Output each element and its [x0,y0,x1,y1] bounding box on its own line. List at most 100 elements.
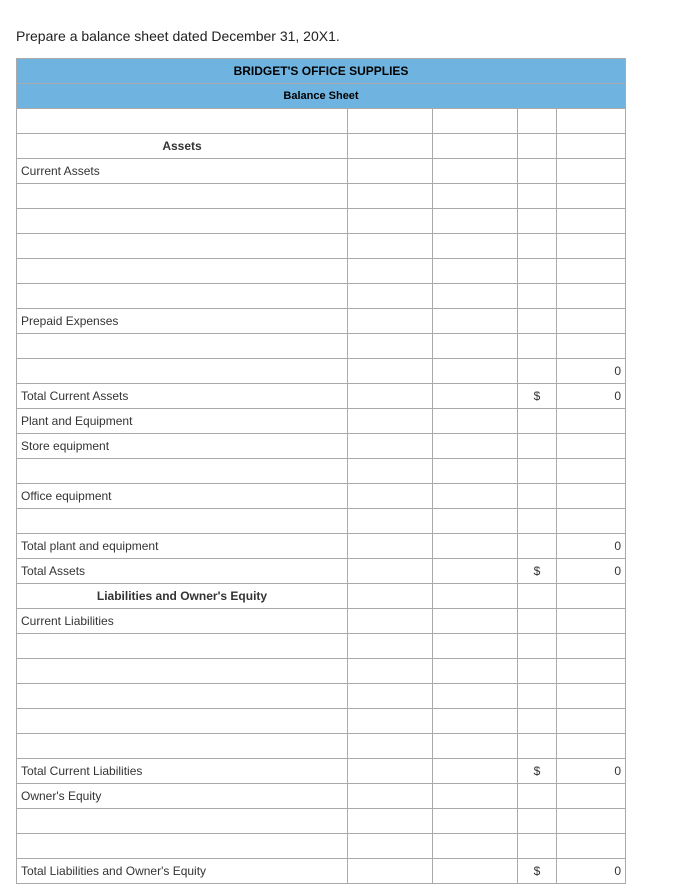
input-cell[interactable] [433,534,518,559]
input-cell[interactable] [433,259,518,284]
input-cell[interactable] [433,459,518,484]
input-cell[interactable] [433,359,518,384]
input-cell[interactable] [348,659,433,684]
input-cell[interactable] [433,309,518,334]
input-cell[interactable] [17,834,348,859]
value-cell [557,784,626,809]
input-cell[interactable] [433,609,518,634]
input-cell[interactable] [17,684,348,709]
input-cell[interactable] [348,709,433,734]
input-cell[interactable] [433,209,518,234]
input-cell[interactable] [433,434,518,459]
input-cell[interactable] [348,609,433,634]
input-cell[interactable] [433,584,518,609]
input-cell[interactable] [433,484,518,509]
input-cell[interactable] [348,684,433,709]
total-plant-equipment-label: Total plant and equipment [17,534,348,559]
input-cell[interactable] [17,809,348,834]
input-cell[interactable] [348,459,433,484]
input-cell[interactable] [348,734,433,759]
currency-cell [518,284,557,309]
currency-cell [518,684,557,709]
input-cell[interactable] [348,109,433,134]
input-cell[interactable] [17,459,348,484]
owners-equity-label: Owner's Equity [17,784,348,809]
input-cell[interactable] [348,759,433,784]
input-cell[interactable] [17,709,348,734]
input-cell[interactable] [433,809,518,834]
value-cell [557,634,626,659]
input-cell[interactable] [17,184,348,209]
currency-cell [518,209,557,234]
liab-equity-header: Liabilities and Owner's Equity [17,584,348,609]
input-cell[interactable] [17,634,348,659]
input-cell[interactable] [433,184,518,209]
input-cell[interactable] [433,509,518,534]
value-cell [557,834,626,859]
input-cell[interactable] [348,434,433,459]
value-cell [557,109,626,134]
input-cell[interactable] [433,159,518,184]
input-cell[interactable] [17,734,348,759]
value-cell [557,434,626,459]
input-cell[interactable] [348,534,433,559]
input-cell[interactable] [17,659,348,684]
input-cell[interactable] [433,559,518,584]
input-cell[interactable] [348,409,433,434]
input-cell[interactable] [433,109,518,134]
input-cell[interactable] [433,684,518,709]
input-cell[interactable] [433,384,518,409]
input-cell[interactable] [433,234,518,259]
input-cell[interactable] [17,284,348,309]
input-cell[interactable] [348,859,433,884]
input-cell[interactable] [348,284,433,309]
input-cell[interactable] [348,634,433,659]
balance-sheet-table: BRIDGET'S OFFICE SUPPLIES Balance Sheet … [16,58,626,884]
input-cell[interactable] [433,284,518,309]
input-cell[interactable] [348,159,433,184]
input-cell[interactable] [433,859,518,884]
input-cell[interactable] [348,359,433,384]
total-assets-label: Total Assets [17,559,348,584]
input-cell[interactable] [348,484,433,509]
input-cell[interactable] [17,209,348,234]
sheet-subtitle: Balance Sheet [17,84,626,109]
input-cell[interactable] [348,384,433,409]
input-cell[interactable] [348,784,433,809]
input-cell[interactable] [17,234,348,259]
input-cell[interactable] [348,134,433,159]
input-cell[interactable] [433,134,518,159]
input-cell[interactable] [433,759,518,784]
input-cell[interactable] [433,734,518,759]
value-cell [557,809,626,834]
input-cell[interactable] [348,184,433,209]
input-cell[interactable] [17,359,348,384]
input-cell[interactable] [433,409,518,434]
input-cell[interactable] [348,584,433,609]
input-cell[interactable] [348,559,433,584]
input-cell[interactable] [433,659,518,684]
input-cell[interactable] [348,309,433,334]
input-cell[interactable] [348,259,433,284]
input-cell[interactable] [433,709,518,734]
input-cell[interactable] [348,809,433,834]
input-cell[interactable] [348,334,433,359]
input-cell[interactable] [433,634,518,659]
input-cell[interactable] [17,109,348,134]
input-cell[interactable] [348,234,433,259]
input-cell[interactable] [348,509,433,534]
value-cell [557,134,626,159]
input-cell[interactable] [433,834,518,859]
input-cell[interactable] [348,209,433,234]
input-cell[interactable] [17,509,348,534]
instruction-text: Prepare a balance sheet dated December 3… [16,28,681,44]
prepaid-expenses-label: Prepaid Expenses [17,309,348,334]
input-cell[interactable] [17,334,348,359]
input-cell[interactable] [433,334,518,359]
company-title: BRIDGET'S OFFICE SUPPLIES [17,59,626,84]
input-cell[interactable] [17,259,348,284]
input-cell[interactable] [433,784,518,809]
input-cell[interactable] [348,834,433,859]
value-cell [557,409,626,434]
currency-cell [518,234,557,259]
